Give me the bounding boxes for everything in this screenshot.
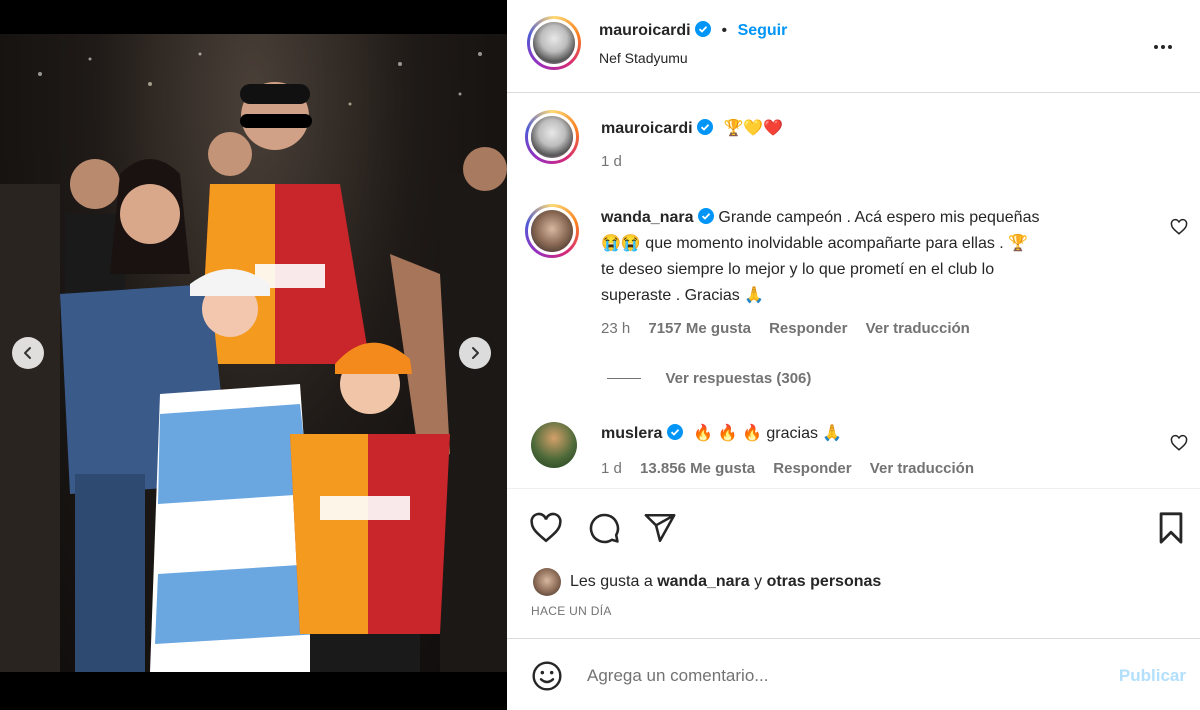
view-replies-button[interactable]: Ver respuestas (306)	[607, 370, 811, 388]
more-options-button[interactable]	[1154, 36, 1180, 56]
comment-2-reply-button[interactable]: Responder	[773, 460, 851, 477]
carousel-dot	[230, 643, 236, 649]
more-icon	[1154, 45, 1158, 49]
carousel-dots	[186, 643, 302, 649]
comment-1-author[interactable]: wanda_nara	[601, 209, 693, 226]
comment-icon[interactable]	[587, 511, 621, 545]
likes-others-link[interactable]: otras personas	[767, 573, 882, 590]
carousel-dot	[274, 643, 280, 649]
carousel-prev-button[interactable]	[12, 337, 44, 369]
carousel-dot	[241, 643, 247, 649]
follow-button[interactable]: Seguir	[738, 22, 788, 39]
comment-1-text-line-1: Grande campeón . Acá espero mis pequeñas	[718, 209, 1040, 226]
emoji-icon[interactable]	[531, 660, 563, 692]
comment-2-time[interactable]: 1 d	[601, 460, 622, 477]
verified-icon	[666, 424, 683, 440]
author-avatar[interactable]	[527, 16, 581, 70]
comment-1-text-line-2: 😭😭 que momento inolvidable acompañarte p…	[601, 235, 1029, 252]
post-header: mauroicardi • Seguir Nef Stadyumu	[507, 0, 1200, 93]
likes-prefix: Les gusta a	[570, 573, 653, 590]
verified-icon	[697, 119, 714, 135]
comment-2-text: 🔥 🔥 🔥 gracias 🙏	[693, 425, 843, 442]
comment-1-text-line-3: te deseo siempre lo mejor y lo que prome…	[601, 261, 995, 278]
caption-author[interactable]: mauroicardi	[601, 120, 693, 137]
carousel-dot	[285, 643, 291, 649]
author-username[interactable]: mauroicardi	[599, 22, 691, 39]
comment-1: wanda_nara Grande campeón . Acá espero m…	[601, 205, 1141, 309]
comment-composer: Publicar	[507, 640, 1200, 710]
carousel-dot	[197, 643, 203, 649]
publish-button[interactable]: Publicar	[1119, 666, 1186, 686]
comment-1-translate-button[interactable]: Ver traducción	[866, 320, 970, 337]
carousel-dot	[186, 643, 192, 649]
likes-summary: Les gusta a wanda_nara y otras personas	[570, 573, 881, 591]
comment-1-time[interactable]: 23 h	[601, 320, 630, 337]
caption-text: 🏆💛❤️	[723, 120, 784, 137]
like-heart-icon[interactable]	[529, 511, 563, 545]
post-location[interactable]: Nef Stadyumu	[599, 50, 688, 66]
comment-2-translate-button[interactable]: Ver traducción	[870, 460, 974, 477]
comment-avatar-muslera[interactable]	[531, 422, 577, 468]
comment-2: muslera 🔥 🔥 🔥 gracias 🙏	[601, 421, 842, 447]
caption-author-avatar[interactable]	[525, 110, 579, 164]
comment-2-like-heart-icon[interactable]	[1170, 434, 1188, 452]
verified-icon	[695, 21, 712, 37]
comment-1-meta: 23 h 7157 Me gusta Responder Ver traducc…	[601, 320, 970, 337]
chevron-right-icon	[472, 347, 479, 359]
carousel-dot	[296, 643, 302, 649]
bookmark-icon[interactable]	[1154, 511, 1188, 545]
post-media	[0, 0, 507, 710]
instagram-post-modal: mauroicardi • Seguir Nef Stadyumu mauroi…	[0, 0, 1200, 710]
comment-1-reply-button[interactable]: Responder	[769, 320, 847, 337]
comment-avatar-wanda[interactable]	[525, 204, 579, 258]
replies-divider	[607, 378, 641, 380]
caption-time[interactable]: 1 d	[601, 153, 622, 170]
carousel-dot	[208, 643, 214, 649]
likes-user-link[interactable]: wanda_nara	[657, 573, 749, 590]
likes-connector: y	[754, 573, 763, 590]
post-timestamp[interactable]: HACE UN DÍA	[531, 604, 612, 618]
separator-dot: •	[721, 22, 728, 39]
carousel-dot	[219, 643, 225, 649]
chevron-left-icon	[24, 347, 31, 359]
comment-input[interactable]	[587, 662, 1087, 690]
comment-1-like-heart-icon[interactable]	[1170, 218, 1188, 236]
carousel-dot	[252, 643, 258, 649]
post-photo[interactable]	[0, 34, 507, 672]
view-replies-label: Ver respuestas (306)	[665, 370, 812, 387]
comment-2-likes[interactable]: 13.856 Me gusta	[640, 460, 755, 477]
likes-avatar[interactable]	[533, 568, 561, 596]
post-actions: Les gusta a wanda_nara y otras personas …	[507, 489, 1200, 639]
comment-1-text-line-4: superaste . Gracias 🙏	[601, 287, 765, 304]
comments-section: mauroicardi 🏆💛❤️ 1 d wanda_nara Grande c…	[507, 94, 1200, 489]
comment-2-meta: 1 d 13.856 Me gusta Responder Ver traduc…	[601, 460, 974, 477]
carousel-next-button[interactable]	[459, 337, 491, 369]
comment-2-author[interactable]: muslera	[601, 425, 662, 442]
carousel-dot	[263, 643, 269, 649]
photo-illustration	[0, 52, 507, 672]
share-icon[interactable]	[643, 511, 677, 545]
comment-1-likes[interactable]: 7157 Me gusta	[648, 320, 751, 337]
post-details-panel: mauroicardi • Seguir Nef Stadyumu mauroi…	[507, 0, 1200, 710]
verified-icon	[697, 208, 714, 224]
